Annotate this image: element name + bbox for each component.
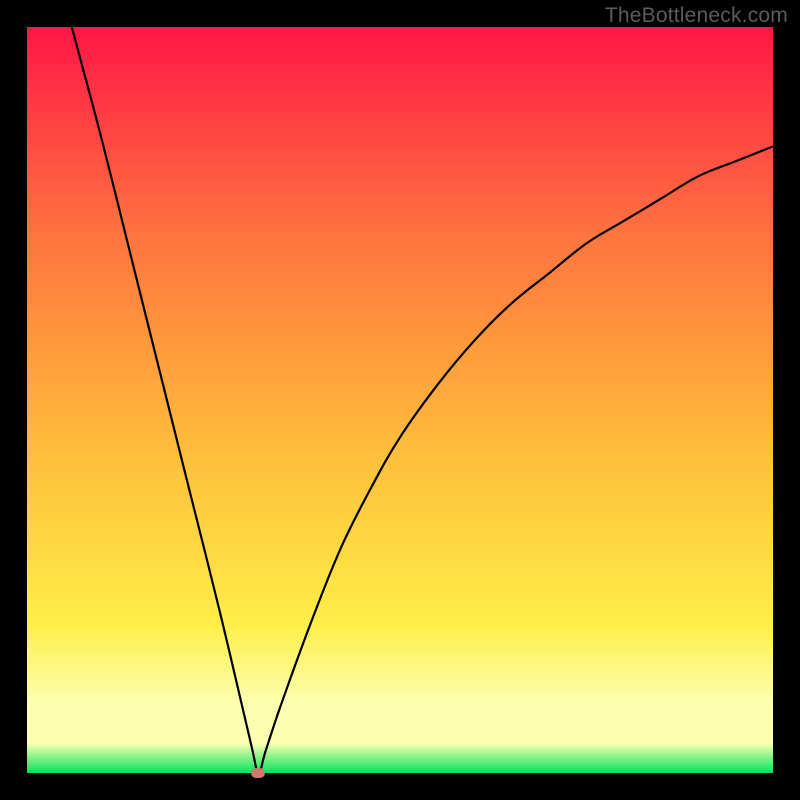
bottleneck-chart	[27, 27, 773, 773]
chart-frame	[27, 27, 773, 773]
watermark-text: TheBottleneck.com	[605, 4, 788, 28]
optimal-point-marker	[251, 768, 265, 778]
gradient-background	[27, 27, 773, 773]
